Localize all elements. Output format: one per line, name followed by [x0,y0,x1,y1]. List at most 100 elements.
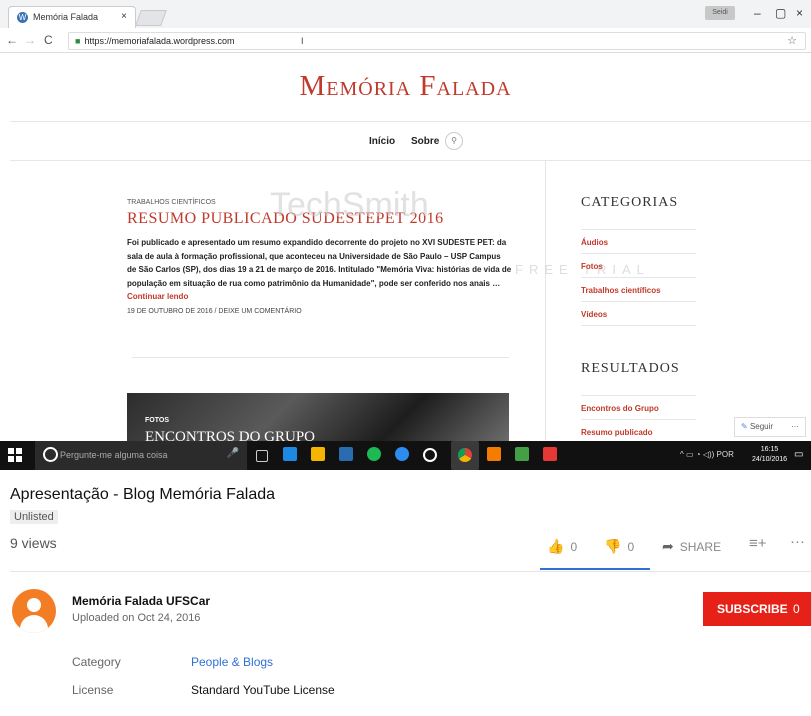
system-tray[interactable]: ^ ▭ ◔ ◁)) POR [680,450,734,459]
skype-icon[interactable] [283,447,297,461]
video-player[interactable]: W Memória Falada × Seidi – ▢ × ← → C ■ ht… [0,0,811,470]
sidebar-line [581,277,696,278]
wordpress-icon: W [17,12,28,23]
like-button[interactable]: 👍 0 [547,538,577,555]
menu-item-inicio[interactable]: Início [369,136,395,147]
address-bar-row: ← → C ■ https://memoriafalada.wordpress.c… [0,28,811,53]
browser-tab-strip: W Memória Falada × Seidi – ▢ × [0,0,811,29]
category-label: Category [72,655,121,669]
result-link-encontros[interactable]: Encontros do Grupo [581,404,659,413]
sidebar-line [581,419,696,420]
tab-title: Memória Falada [33,12,99,22]
follow-icon: ✎ [741,422,748,431]
file-explorer-icon[interactable] [311,447,325,461]
post-separator [132,357,509,358]
app-icon-red[interactable] [543,447,557,461]
follow-label: Seguir [749,422,774,431]
telegram-icon[interactable] [395,447,409,461]
chrome-icon [458,448,472,462]
store-icon[interactable] [339,447,353,461]
share-button[interactable]: ➦ SHARE [662,538,721,555]
follow-button[interactable]: ✎ Seguir ··· [734,417,806,437]
bookmark-star-icon[interactable]: ☆ [787,33,797,49]
subscribe-button[interactable]: SUBSCRIBE 0 [703,592,811,626]
cortana-icon [43,447,58,462]
taskbar-search-text: Pergunte-me alguma coisa [60,450,168,460]
continue-reading-link[interactable]: Continuar lendo [127,292,188,301]
post-excerpt: Foi publicado e apresentado um resumo ex… [127,236,512,304]
featured-post-image[interactable]: FOTOS ENCONTROS DO GRUPO [127,393,509,441]
spotify-icon[interactable] [367,447,381,461]
channel-avatar[interactable] [12,589,56,633]
subscribe-label: SUBSCRIBE [717,602,788,616]
category-link-audios[interactable]: Áudios [581,238,608,247]
reload-icon[interactable]: C [44,33,53,47]
subscriber-count: 0 [793,602,800,616]
url-text: https://memoriafalada.wordpress.com [84,36,235,46]
category-link-trabalhos[interactable]: Trabalhos científicos [581,286,661,295]
sentiment-bar [540,568,650,570]
new-tab-button[interactable] [135,10,167,26]
dislike-button[interactable]: 👎 0 [604,538,634,555]
menu-item-sobre[interactable]: Sobre [411,136,439,147]
text-cursor-icon: I [301,36,304,46]
menu-divider [10,160,811,161]
license-label: License [72,683,114,697]
profile-button[interactable]: Seidi [705,6,735,20]
more-actions-icon[interactable]: ··· [790,533,805,550]
view-count: 9 views [10,535,57,551]
featured-title[interactable]: ENCONTROS DO GRUPO [145,429,315,441]
info-divider [10,571,811,572]
results-heading: RESULTADOS [581,361,680,376]
sidebar-line [581,395,696,396]
header-divider [10,121,811,122]
search-icon[interactable]: ⚲ [445,132,463,150]
post-category[interactable]: TRABALHOS CIENTÍFICOS [127,199,216,206]
language-indicator[interactable]: POR [717,450,734,459]
windows-taskbar: Pergunte-me alguma coisa 🎤 ^ ▭ ◔ ◁)) POR… [0,441,811,470]
taskbar-clock[interactable]: 16:15 24/10/2016 [752,445,787,465]
add-to-playlist-icon[interactable]: ≡+ [749,535,767,552]
chrome-active-tile[interactable] [451,441,479,470]
thumbs-up-icon: 👍 [547,538,565,554]
lock-icon: ■ [75,36,81,46]
clock-time: 16:15 [760,446,779,453]
windows-start-icon[interactable] [8,448,22,462]
thumbs-down-icon: 👎 [604,538,622,554]
watermark-techsmith: TechSmith [270,186,429,224]
browser-tab[interactable]: W Memória Falada × [8,6,136,29]
category-link-videos[interactable]: Vídeos [581,310,607,319]
post-meta[interactable]: 19 DE OUTUBRO DE 2016 / DEIXE UM COMENTÁ… [127,308,302,315]
category-link-fotos[interactable]: Fotos [581,262,603,271]
obs-icon[interactable] [423,448,437,462]
task-view-icon[interactable] [256,450,268,462]
featured-category[interactable]: FOTOS [145,417,169,424]
result-link-resumo[interactable]: Resumo publicado [581,428,653,437]
sidebar-line [581,229,696,230]
camtasia-icon[interactable] [487,447,501,461]
forward-icon[interactable]: → [24,33,36,47]
back-icon[interactable]: ← [6,33,18,47]
like-count: 0 [570,540,578,554]
video-title: Apresentação - Blog Memória Falada [10,486,276,503]
post-excerpt-text: Foi publicado e apresentado um resumo ex… [127,238,512,288]
channel-name[interactable]: Memória Falada UFSCar [72,594,210,608]
maximize-button[interactable]: ▢ [775,6,786,20]
notifications-icon[interactable]: ▭ [794,449,803,460]
url-input[interactable]: ■ https://memoriafalada.wordpress.com I ☆ [68,32,806,50]
tab-close-icon[interactable]: × [121,11,127,22]
category-link[interactable]: People & Blogs [191,655,273,669]
taskbar-search-box[interactable]: Pergunte-me alguma coisa 🎤 [35,441,247,470]
clock-date: 24/10/2016 [752,456,788,463]
microphone-icon[interactable]: 🎤 [227,448,239,459]
sidebar-line [581,301,696,302]
more-icon[interactable]: ··· [791,418,799,436]
minimize-button[interactable]: – [754,6,761,20]
site-title[interactable]: Memória Falada [0,70,811,103]
dislike-count: 0 [627,540,635,554]
sidebar-divider [545,160,546,440]
app-icon-green[interactable] [515,447,529,461]
license-value: Standard YouTube License [191,683,335,697]
share-icon: ➦ [662,538,674,554]
close-window-button[interactable]: × [796,6,803,20]
